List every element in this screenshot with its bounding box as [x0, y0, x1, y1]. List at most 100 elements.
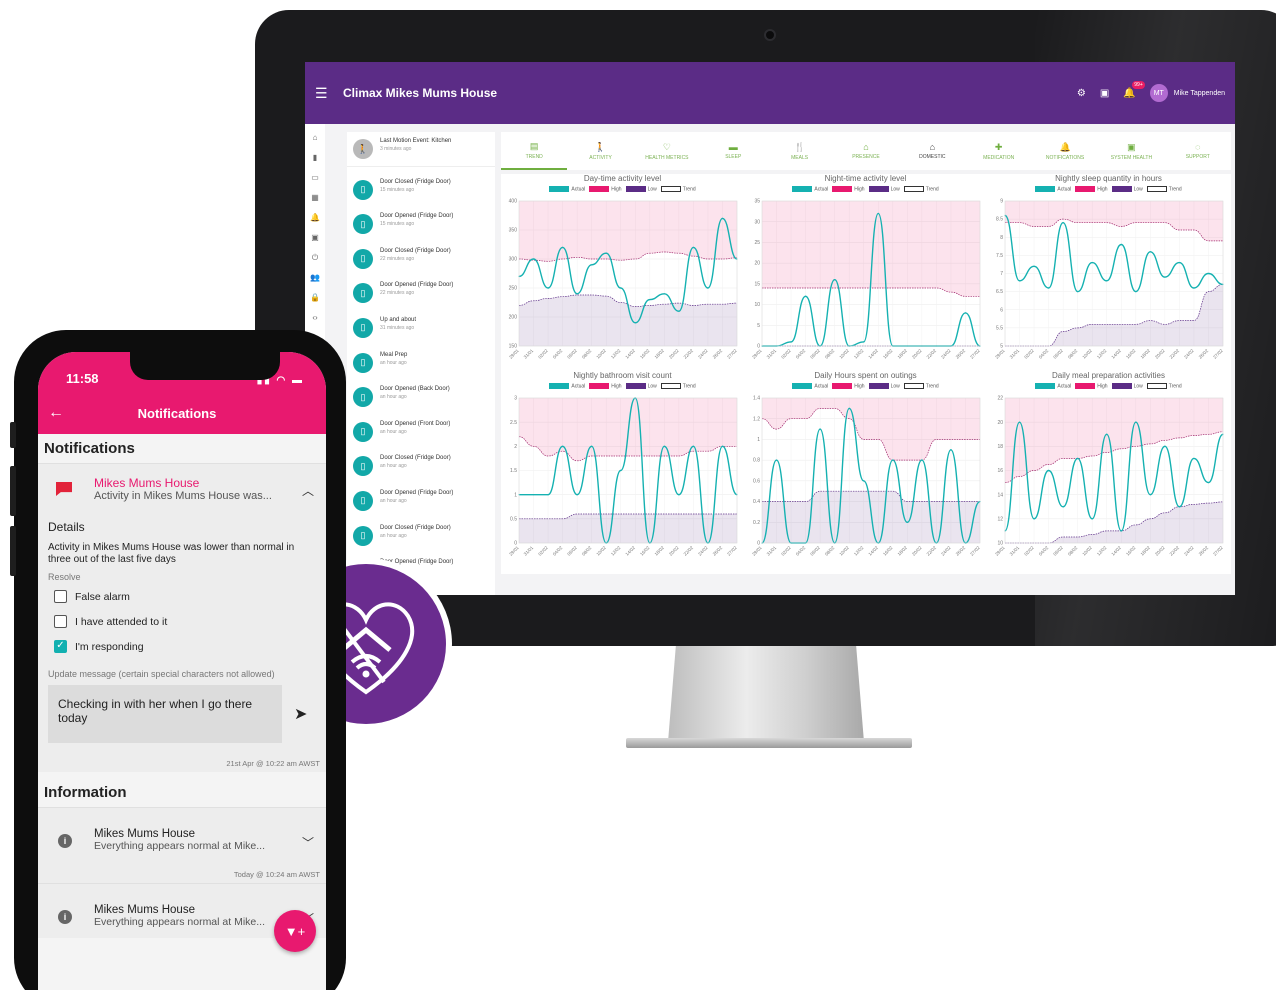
checkbox-checked[interactable]: ✓ — [54, 640, 67, 653]
actual-point — [819, 428, 821, 430]
legend-swatch — [868, 383, 889, 389]
actual-point — [707, 287, 709, 289]
avatar[interactable]: MT — [1149, 84, 1168, 102]
legend-swatch — [1075, 186, 1096, 192]
x-tick-label: 20/02 — [1154, 348, 1166, 360]
card-icon[interactable]: ▭ — [311, 172, 319, 184]
menu-icon[interactable]: ☰ — [315, 85, 337, 102]
home-icon[interactable]: ⌂ — [313, 132, 318, 144]
update-message-field[interactable]: Checking in with her when I go there tod… — [48, 685, 282, 743]
y-tick-label: 14 — [997, 492, 1003, 498]
legend-swatch — [832, 186, 853, 192]
event-item[interactable]: 🚶 Last Motion Event: Kitchen 3 minutes ago — [347, 132, 495, 167]
tab-meals[interactable]: 🍴 MEALS — [766, 132, 832, 170]
tab-support[interactable]: ◌ SUPPORT — [1165, 132, 1231, 170]
code-icon[interactable]: ‹› — [312, 312, 317, 324]
tab-trend[interactable]: ▤ TREND — [501, 132, 568, 170]
checkbox[interactable] — [54, 615, 67, 628]
actual-point — [964, 312, 967, 314]
tab-activity[interactable]: 🚶 ACTIVITY — [567, 132, 633, 170]
tab-system-health[interactable]: ▣ SYSTEM HEALTH — [1098, 132, 1164, 170]
bell-icon[interactable]: 🔔 99+ — [1123, 80, 1145, 99]
back-arrow-icon[interactable]: ← — [48, 404, 78, 422]
people-icon[interactable]: 👥 — [310, 272, 320, 284]
y-tick-label: 8 — [1000, 235, 1003, 241]
event-item[interactable]: ▯ Door Opened (Front Door) an hour ago — [347, 415, 495, 450]
resolve-option[interactable]: False alarm — [54, 590, 316, 603]
x-tick-label: 04/02 — [795, 545, 807, 557]
tab-medication[interactable]: ✚ MEDICATION — [966, 132, 1032, 170]
legend-swatch — [903, 186, 924, 192]
power-icon[interactable]: ⏻ — [312, 252, 318, 264]
chat-icon[interactable]: ▮ — [313, 152, 317, 164]
event-item[interactable]: ▯ Door Opened (Fridge Door) 22 minutes ago — [347, 276, 495, 311]
tab-sleep[interactable]: ▬ SLEEP — [700, 132, 766, 170]
x-tick-label: 04/02 — [1038, 545, 1050, 557]
tab-domestic[interactable]: ⌂ DOMESTIC — [899, 132, 965, 170]
event-item[interactable]: ▯ Up and about 31 minutes ago — [347, 311, 495, 346]
x-tick-label: 22/02 — [683, 545, 695, 557]
phone-appbar: ← Notifications — [38, 392, 326, 434]
actual-point — [532, 494, 535, 496]
tab-icon: ▣ — [1127, 141, 1136, 152]
filter-add-button[interactable]: ▼+ — [274, 910, 316, 952]
event-text: Door Opened (Fridge Door) 15 minutes ago — [380, 212, 453, 228]
checkbox[interactable] — [54, 590, 67, 603]
x-tick-label: 29/01 — [994, 348, 1006, 360]
x-tick-label: 06/02 — [1052, 348, 1064, 360]
chart-panel: Daily Hours spent on outings Actual High Lo… — [744, 371, 987, 568]
lock-icon[interactable]: 🔒 — [310, 292, 320, 304]
x-tick-label: 18/02 — [897, 545, 909, 557]
x-tick-label: 14/02 — [1110, 545, 1122, 557]
user-name[interactable]: Mike Tappenden — [1174, 90, 1225, 97]
actual-point — [1120, 530, 1122, 532]
event-item[interactable]: ▯ Meal Prep an hour ago — [347, 346, 495, 381]
event-item[interactable]: ▯ Door Closed (Fridge Door) 15 minutes ago — [347, 173, 495, 208]
event-item[interactable]: ▯ Door Closed (Fridge Door) 22 minutes ago — [347, 242, 495, 277]
legend-label: Low — [647, 383, 657, 390]
x-tick-label: 10/02 — [838, 348, 850, 360]
y-tick-label: 200 — [509, 315, 518, 321]
actual-point — [1033, 518, 1035, 520]
legend-item: Trend — [903, 186, 939, 192]
x-tick-label: 20/02 — [911, 545, 923, 557]
library-icon[interactable]: ▣ — [1100, 88, 1109, 99]
bell-nav-icon[interactable]: 🔔 — [310, 212, 320, 224]
notification-row[interactable]: Mikes Mums House Activity in Mikes Mums … — [38, 463, 326, 516]
send-icon[interactable]: ➤ — [294, 704, 307, 724]
tab-presence[interactable]: ⌂ PRESENCE — [833, 132, 899, 170]
event-item[interactable]: ▯ Door Opened (Back Door) an hour ago — [347, 380, 495, 415]
gear-icon[interactable]: ⚙ — [1077, 88, 1086, 99]
resolve-option[interactable]: I have attended to it — [54, 615, 316, 628]
tab-label: MEALS — [791, 154, 809, 161]
x-tick-label: 27/02 — [1212, 545, 1224, 557]
legend-swatch — [1111, 186, 1132, 192]
actual-point — [620, 287, 622, 289]
legend-item: Trend — [660, 383, 696, 389]
event-item[interactable]: ▯ Door Opened (Fridge Door) an hour ago — [347, 484, 495, 519]
building-icon[interactable]: ▦ — [311, 192, 319, 204]
x-tick-label: 02/02 — [1023, 545, 1035, 557]
event-item[interactable]: ▯ Door Opened (Fridge Door) 15 minutes ago — [347, 207, 495, 242]
chart-panel: Nightly sleep quantity in hours Actual Hig… — [987, 174, 1230, 371]
actual-point — [649, 299, 651, 301]
option-label: False alarm — [75, 590, 130, 603]
event-label: Door Opened (Front Door) — [380, 420, 451, 427]
actual-point — [1135, 421, 1137, 423]
resolve-option[interactable]: ✓ I'm responding — [54, 640, 316, 653]
tab-notifications[interactable]: 🔔 NOTIFICATIONS — [1032, 132, 1098, 170]
event-item[interactable]: ▯ Door Closed (Fridge Door) an hour ago — [347, 519, 495, 554]
chevron-down-icon[interactable]: ﹀ — [302, 834, 314, 851]
legend-swatch — [660, 186, 681, 192]
info-icon: i — [58, 910, 72, 924]
chevron-up-icon[interactable]: ︿ — [302, 482, 314, 499]
info-row[interactable]: i Mikes Mums House Everything appears norm… — [38, 807, 326, 862]
y-tick-label: 350 — [509, 228, 518, 234]
chart-title: Daily Hours spent on outings — [814, 371, 917, 380]
actual-point — [634, 322, 636, 324]
library-nav-icon[interactable]: ▣ — [311, 232, 319, 244]
message-row: Checking in with her when I go there tod… — [48, 685, 316, 743]
tab-health-metrics[interactable]: ♡ HEALTH METRICS — [634, 132, 700, 170]
event-item[interactable]: ▯ Door Closed (Fridge Door) an hour ago — [347, 449, 495, 484]
event-time: 31 minutes ago — [380, 324, 415, 331]
